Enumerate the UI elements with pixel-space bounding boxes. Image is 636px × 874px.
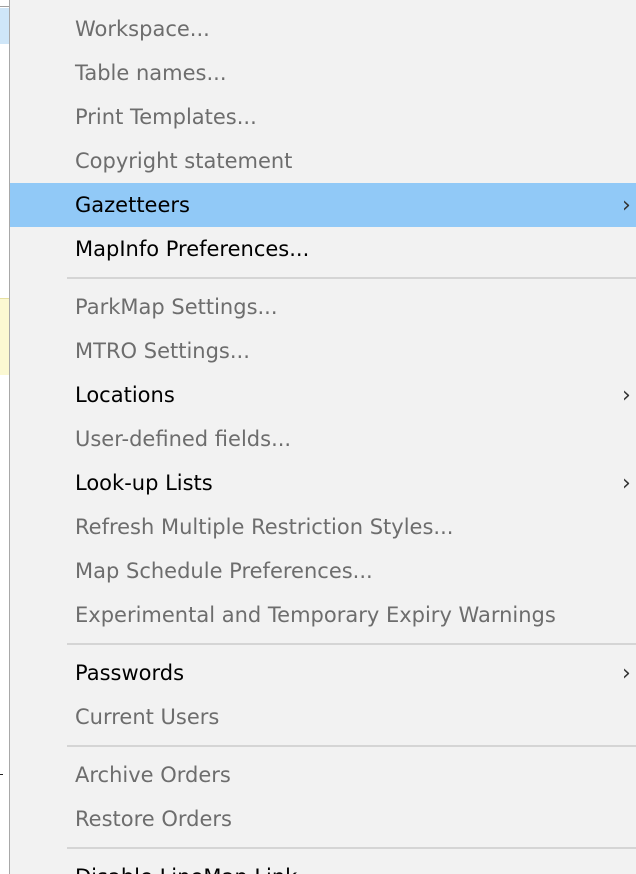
menu-item-label: MTRO Settings... (75, 339, 250, 363)
menu-item-gazetteers[interactable]: Gazetteers › (10, 183, 636, 227)
menu-item-copyright-statement[interactable]: Copyright statement (10, 139, 636, 183)
menu-item-label: Table names... (75, 61, 227, 85)
menu-item-refresh-multiple-restriction-styles[interactable]: Refresh Multiple Restriction Styles... (10, 505, 636, 549)
menu-item-map-schedule-preferences[interactable]: Map Schedule Preferences... (10, 549, 636, 593)
menu-item-label: Gazetteers (75, 193, 190, 217)
menu-item-look-up-lists[interactable]: Look-up Lists › (10, 461, 636, 505)
menu-item-parkmap-settings[interactable]: ParkMap Settings... (10, 285, 636, 329)
menu-item-archive-orders[interactable]: Archive Orders (10, 753, 636, 797)
menu-item-label: Refresh Multiple Restriction Styles... (75, 515, 454, 539)
menu-item-print-templates[interactable]: Print Templates... (10, 95, 636, 139)
menu-item-passwords[interactable]: Passwords › (10, 651, 636, 695)
menu-separator (67, 745, 636, 747)
menu-item-workspace[interactable]: Workspace... (10, 7, 636, 51)
menu-item-label: User-defined fields... (75, 427, 292, 451)
submenu-arrow-icon: › (622, 382, 631, 408)
menu-item-user-defined-fields[interactable]: User-defined fields... (10, 417, 636, 461)
menu-item-label: Experimental and Temporary Expiry Warnin… (75, 603, 556, 627)
menu-item-label: MapInfo Preferences... (75, 237, 310, 261)
menu-item-label: Look-up Lists (75, 471, 213, 495)
menu-item-label: Disable LineMap Link (75, 865, 297, 874)
menu-item-label: Current Users (75, 705, 220, 729)
menu-item-label: Archive Orders (75, 763, 231, 787)
menu-separator (67, 847, 636, 849)
menu-item-label: Print Templates... (75, 105, 257, 129)
menu-item-label: Locations (75, 383, 175, 407)
menu-item-mapinfo-preferences[interactable]: MapInfo Preferences... (10, 227, 636, 271)
menu-item-table-names[interactable]: Table names... (10, 51, 636, 95)
menu-item-label: Map Schedule Preferences... (75, 559, 373, 583)
menu-item-current-users[interactable]: Current Users (10, 695, 636, 739)
dropdown-menu: Workspace... Table names... Print Templa… (9, 0, 636, 874)
menu-item-label: Passwords (75, 661, 185, 685)
menu-separator (67, 643, 636, 645)
screen: Workspace... Table names... Print Templa… (0, 0, 636, 874)
menu-item-disable-linemap-link[interactable]: Disable LineMap Link (10, 855, 636, 874)
submenu-arrow-icon: › (622, 660, 631, 686)
background-mark (0, 774, 3, 775)
menu-item-mtro-settings[interactable]: MTRO Settings... (10, 329, 636, 373)
menu-item-locations[interactable]: Locations › (10, 373, 636, 417)
menu-item-label: Copyright statement (75, 149, 293, 173)
menu-item-label: ParkMap Settings... (75, 295, 278, 319)
menu-item-experimental-expiry-warnings[interactable]: Experimental and Temporary Expiry Warnin… (10, 593, 636, 637)
submenu-arrow-icon: › (622, 470, 631, 496)
menu-item-label: Workspace... (75, 17, 210, 41)
submenu-arrow-icon: › (622, 192, 631, 218)
menu-item-restore-orders[interactable]: Restore Orders (10, 797, 636, 841)
menu-item-label: Restore Orders (75, 807, 232, 831)
menu-separator (67, 277, 636, 279)
